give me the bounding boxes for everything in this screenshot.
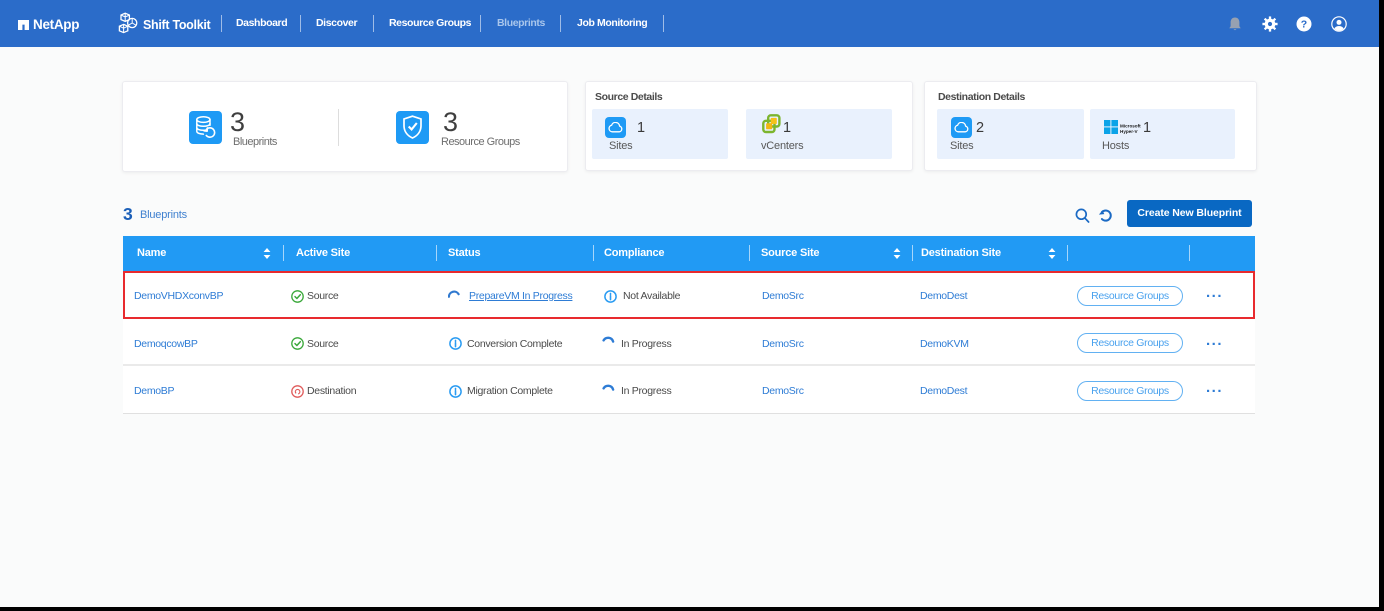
svg-text:Microsoft: Microsoft [1120,124,1141,129]
svg-text:Hyper-V: Hyper-V [1120,129,1139,134]
svg-text:?: ? [1301,19,1307,31]
